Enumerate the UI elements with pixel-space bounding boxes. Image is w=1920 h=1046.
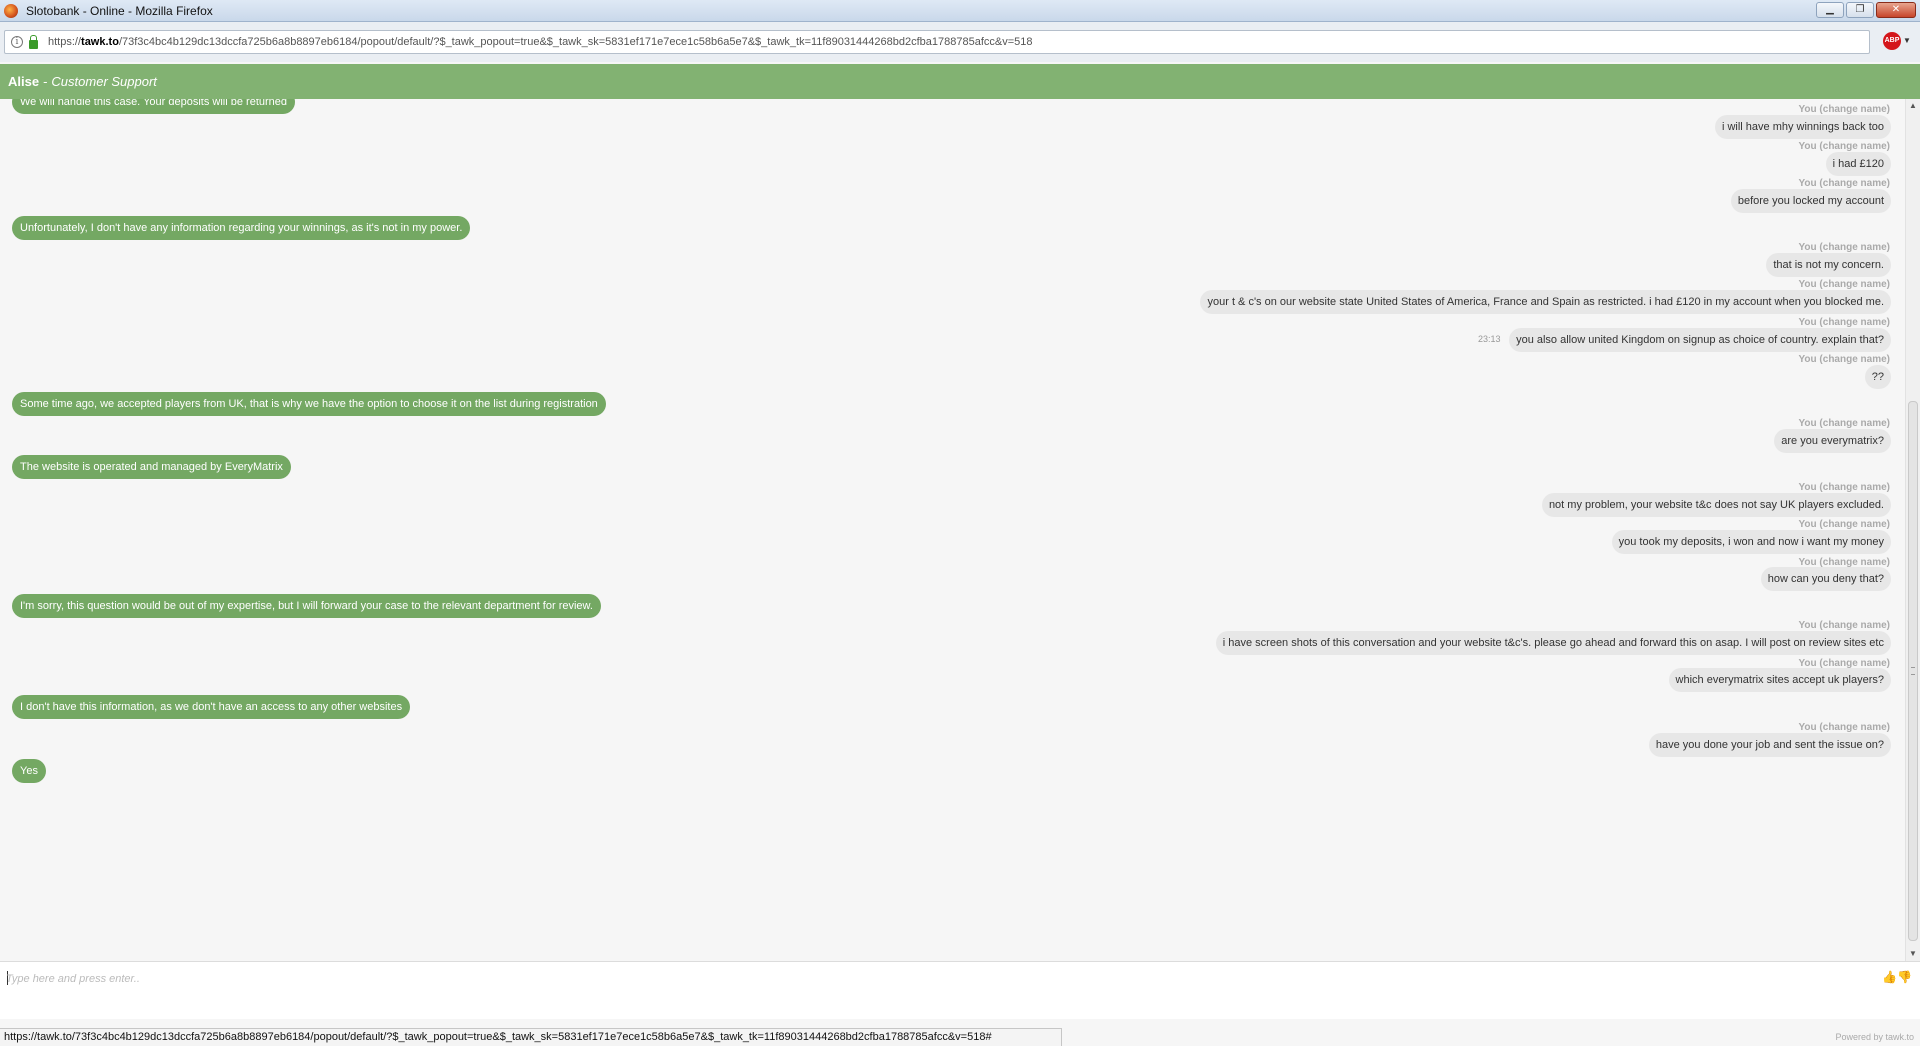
- user-message: how can you deny that?: [1760, 567, 1891, 591]
- url-text[interactable]: https://tawk.to/73f3c4bc4b129dc13dccfa72…: [48, 36, 1033, 48]
- user-message: i had £120: [1825, 152, 1891, 176]
- user-message: ??: [1864, 365, 1891, 389]
- url-domain: tawk.to: [81, 36, 119, 48]
- info-icon[interactable]: i: [11, 36, 23, 48]
- user-name-label[interactable]: You (change name): [1799, 418, 1891, 429]
- close-button[interactable]: ✕: [1876, 2, 1916, 18]
- user-name-label[interactable]: You (change name): [1799, 141, 1891, 152]
- message-input[interactable]: [6, 970, 1866, 988]
- window-controls: ▁ ❐ ✕: [1816, 2, 1916, 18]
- user-name-label[interactable]: You (change name): [1799, 354, 1891, 365]
- user-message: i will have mhy winnings back too: [1714, 115, 1891, 139]
- chat-transcript: We will handle this case. Your deposits …: [0, 99, 1905, 961]
- url-bar[interactable]: i https://tawk.to/73f3c4bc4b129dc13dccfa…: [4, 30, 1870, 54]
- url-path: /73f3c4bc4b129dc13dccfa725b6a8b8897eb618…: [118, 36, 1033, 48]
- user-name-label[interactable]: You (change name): [1799, 279, 1891, 290]
- url-prefix: https://: [48, 36, 82, 48]
- grip-icon: [1911, 667, 1915, 675]
- user-name-label[interactable]: You (change name): [1799, 104, 1891, 115]
- message-composer: 👍 👎: [0, 961, 1920, 1019]
- scrollbar-thumb[interactable]: [1908, 401, 1918, 941]
- user-name-label[interactable]: You (change name): [1799, 242, 1891, 253]
- user-message: your t & c's on our website state United…: [1200, 290, 1891, 314]
- user-message: which everymatrix sites accept uk player…: [1668, 668, 1891, 692]
- header-separator: -: [43, 74, 48, 89]
- agent-message: We will handle this case. Your deposits …: [12, 99, 296, 114]
- agent-message: I don't have this information, as we don…: [12, 695, 411, 719]
- powered-by-link[interactable]: Powered by tawk.to: [1835, 1032, 1914, 1042]
- user-name-label[interactable]: You (change name): [1799, 722, 1891, 733]
- user-name-label[interactable]: You (change name): [1799, 482, 1891, 493]
- window-titlebar: Slotobank - Online - Mozilla Firefox ▁ ❐…: [0, 0, 1920, 22]
- user-message: before you locked my account: [1730, 189, 1891, 213]
- chat-header: Alise - Customer Support: [0, 64, 1920, 99]
- user-name-label[interactable]: You (change name): [1799, 317, 1891, 328]
- agent-message: I'm sorry, this question would be out of…: [12, 594, 601, 618]
- agent-message: Unfortunately, I don't have any informat…: [12, 216, 471, 240]
- user-name-label[interactable]: You (change name): [1799, 519, 1891, 530]
- thumbs-up-icon[interactable]: 👍: [1882, 970, 1897, 984]
- lock-icon[interactable]: [29, 34, 38, 49]
- user-message: are you everymatrix?: [1774, 429, 1891, 453]
- adblock-icon[interactable]: ABP: [1883, 32, 1901, 50]
- scroll-down-icon[interactable]: ▼: [1906, 947, 1920, 961]
- user-message: that is not my concern.: [1766, 253, 1891, 277]
- thumbs-down-icon[interactable]: 👎: [1897, 970, 1912, 984]
- firefox-icon: [4, 3, 18, 18]
- window-title: Slotobank - Online - Mozilla Firefox: [26, 3, 213, 18]
- chat-scrollbar[interactable]: ▲ ▼: [1905, 99, 1920, 961]
- user-message: not my problem, your website t&c does no…: [1541, 493, 1891, 517]
- message-timestamp: 23:13: [1478, 334, 1501, 344]
- agent-name: Alise: [8, 74, 40, 89]
- user-name-label[interactable]: You (change name): [1799, 178, 1891, 189]
- scroll-up-icon[interactable]: ▲: [1906, 99, 1920, 113]
- minimize-button[interactable]: ▁: [1816, 2, 1844, 18]
- agent-role: Customer Support: [51, 74, 157, 89]
- user-message: you also allow united Kingdom on signup …: [1509, 328, 1891, 352]
- browser-status-bar: https://tawk.to/73f3c4bc4b129dc13dccfa72…: [0, 1028, 1062, 1046]
- user-message: have you done your job and sent the issu…: [1648, 733, 1891, 757]
- user-name-label[interactable]: You (change name): [1799, 620, 1891, 631]
- agent-message: Some time ago, we accepted players from …: [12, 392, 606, 416]
- user-message: you took my deposits, i won and now i wa…: [1611, 530, 1891, 554]
- chevron-down-icon[interactable]: ▼: [1903, 36, 1911, 45]
- restore-button[interactable]: ❐: [1846, 2, 1874, 18]
- agent-message: Yes: [12, 759, 46, 783]
- agent-message: The website is operated and managed by E…: [12, 455, 291, 479]
- navigation-bar: i https://tawk.to/73f3c4bc4b129dc13dccfa…: [0, 22, 1920, 62]
- user-message: i have screen shots of this conversation…: [1215, 631, 1891, 655]
